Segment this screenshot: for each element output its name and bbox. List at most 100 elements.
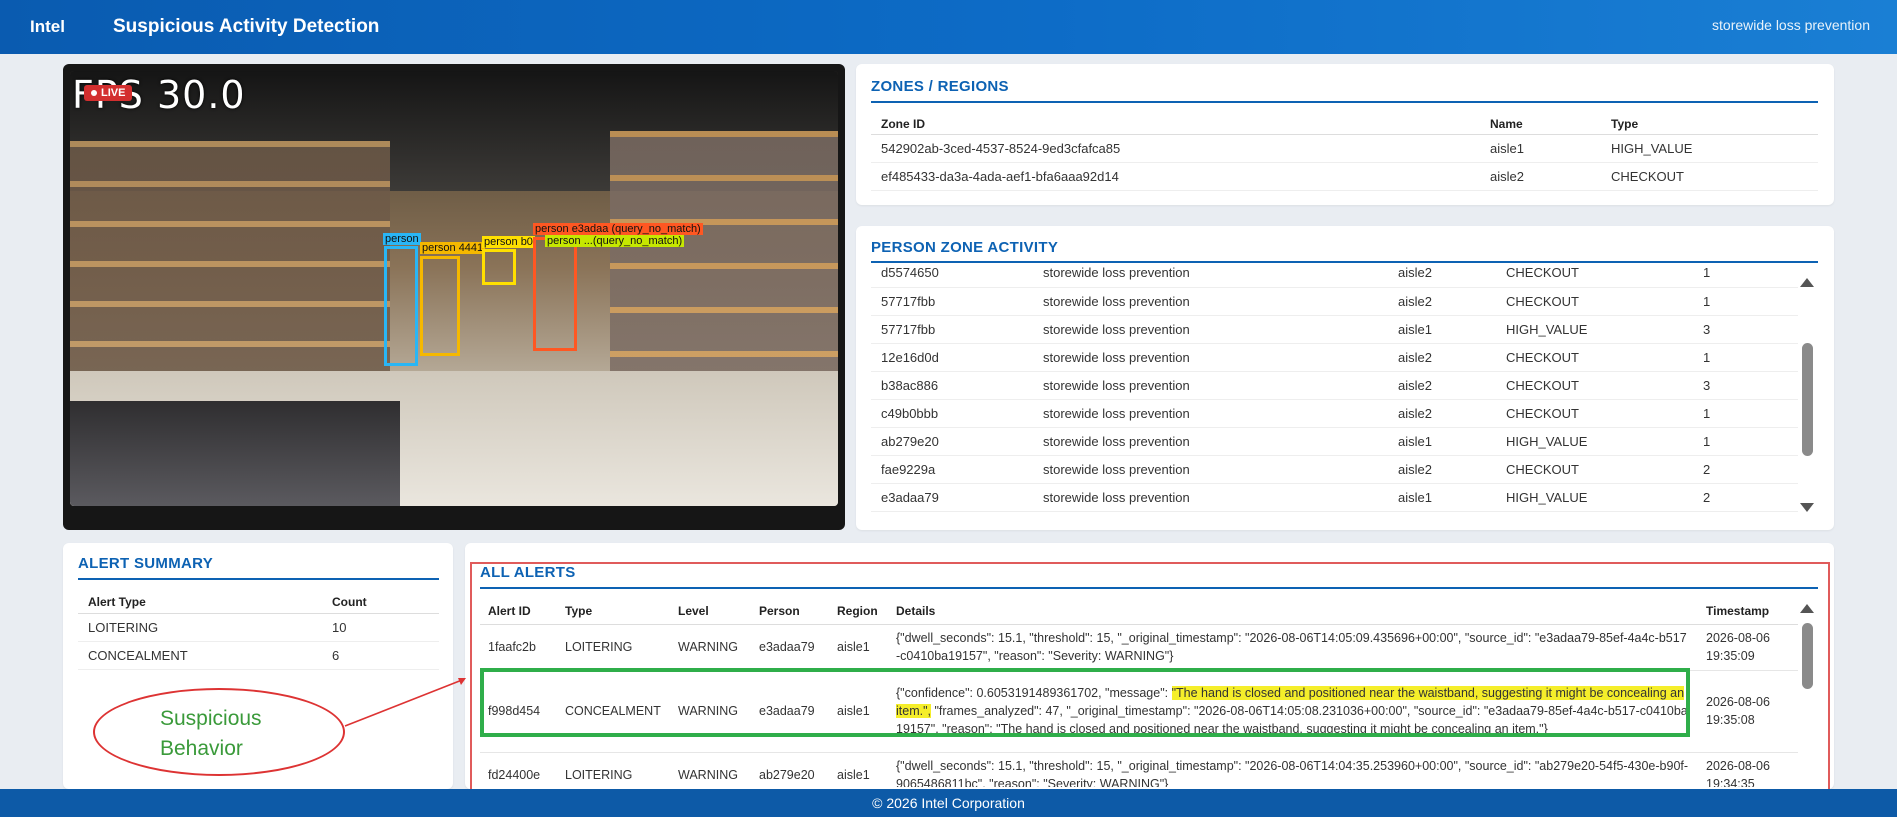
- column-header[interactable]: Level: [670, 598, 751, 625]
- person-id-cell: ab279e20: [871, 427, 1033, 456]
- alert-details-cell: {"dwell_seconds": 15.1, "threshold": 15,…: [888, 624, 1698, 671]
- column-header[interactable]: Timestamp: [1698, 598, 1798, 625]
- table-row: 542902ab-3ced-4537-8524-9ed3cfafca85 ais…: [871, 134, 1818, 163]
- table-row: 12e16d0d storewide loss prevention aisle2 C…: [871, 343, 1798, 372]
- scope-cell: storewide loss prevention: [1033, 483, 1388, 512]
- scope-cell: storewide loss prevention: [1033, 263, 1388, 288]
- zone-name-cell: aisle1: [1480, 134, 1601, 163]
- type-cell: HIGH_VALUE: [1496, 483, 1693, 512]
- scope-cell: storewide loss prevention: [1033, 399, 1388, 428]
- scroll-up-icon[interactable]: [1800, 278, 1814, 287]
- column-header[interactable]: Count: [322, 591, 439, 614]
- person-id-cell: d5574650: [871, 263, 1033, 288]
- column-header[interactable]: Type: [1601, 114, 1818, 135]
- table-row: ef485433-da3a-4ada-aef1-bfa6aaa92d14 ais…: [871, 162, 1818, 191]
- detection-box: [420, 256, 460, 356]
- scope-cell: storewide loss prevention: [1033, 343, 1388, 372]
- column-header[interactable]: Region: [829, 598, 888, 625]
- alert-timestamp-cell: 2026-08-06 19:35:09: [1698, 624, 1798, 671]
- type-cell: CHECKOUT: [1496, 455, 1693, 484]
- alert-region-cell: aisle1: [829, 624, 888, 671]
- zone-cell: aisle2: [1388, 371, 1496, 400]
- activity-scrollbar-thumb[interactable]: [1802, 343, 1813, 456]
- alert-level-cell: WARNING: [670, 624, 751, 671]
- table-row[interactable]: 1faafc2b LOITERING WARNING e3adaa79 aisl…: [480, 624, 1798, 671]
- column-header[interactable]: Zone ID: [871, 114, 1480, 135]
- live-badge: LIVE: [84, 85, 133, 101]
- count-cell: 1: [1693, 399, 1798, 428]
- activity-table: d5574650 storewide loss prevention aisle2 C…: [871, 263, 1798, 512]
- type-cell: CHECKOUT: [1496, 263, 1693, 288]
- alerts-scrollbar-thumb[interactable]: [1802, 623, 1813, 689]
- page-title: Suspicious Activity Detection: [113, 16, 380, 37]
- zone-type-cell: HIGH_VALUE: [1601, 134, 1818, 163]
- person-id-cell: fae9229a: [871, 455, 1033, 484]
- count-cell: 2: [1693, 455, 1798, 484]
- app-header: Intel Suspicious Activity Detection stor…: [0, 0, 1897, 54]
- table-row[interactable]: fd24400e LOITERING WARNING ab279e20 aisl…: [480, 752, 1798, 787]
- count-cell: 1: [1693, 343, 1798, 372]
- count-cell: 3: [1693, 315, 1798, 344]
- person-id-cell: 57717fbb: [871, 315, 1033, 344]
- header-subtitle: storewide loss prevention: [1712, 17, 1870, 33]
- table-row: LOITERING 10: [78, 613, 439, 642]
- alert-type-cell: LOITERING: [78, 613, 322, 642]
- table-row: 57717fbb storewide loss prevention aisle1 H…: [871, 315, 1798, 344]
- live-label: LIVE: [101, 87, 126, 99]
- alert-person-cell: e3adaa79: [751, 624, 829, 671]
- person-id-cell: 12e16d0d: [871, 343, 1033, 372]
- table-row: fae9229a storewide loss prevention aisle2 C…: [871, 455, 1798, 484]
- column-header[interactable]: Alert Type: [78, 591, 322, 614]
- scope-cell: storewide loss prevention: [1033, 315, 1388, 344]
- count-cell: 1: [1693, 287, 1798, 316]
- column-header[interactable]: Type: [557, 598, 670, 625]
- detection-label: person: [383, 233, 421, 245]
- scope-cell: storewide loss prevention: [1033, 455, 1388, 484]
- zone-type-cell: CHECKOUT: [1601, 162, 1818, 191]
- scroll-up-icon[interactable]: [1800, 604, 1814, 613]
- alert-type-cell: LOITERING: [557, 624, 670, 671]
- count-cell: 1: [1693, 427, 1798, 456]
- column-header[interactable]: Details: [888, 598, 1698, 625]
- activity-title: PERSON ZONE ACTIVITY: [871, 239, 1059, 256]
- zones-title: ZONES / REGIONS: [871, 78, 1009, 95]
- camera-feed: FPS 30.0 LIVE person person 4441 person …: [70, 71, 838, 506]
- scene-table: [70, 401, 400, 506]
- alert-summary-table: Alert Type Count LOITERING 10 CONCEALMEN…: [78, 591, 439, 670]
- zone-cell: aisle1: [1388, 315, 1496, 344]
- column-header[interactable]: Person: [751, 598, 829, 625]
- column-header[interactable]: Alert ID: [480, 598, 557, 625]
- alert-count-cell: 6: [322, 641, 439, 670]
- detection-label: person e3adaa (query_no_match): [533, 223, 703, 235]
- table-row: ab279e20 storewide loss prevention aisle1 H…: [871, 427, 1798, 456]
- zone-name-cell: aisle2: [1480, 162, 1601, 191]
- column-header[interactable]: Name: [1480, 114, 1601, 135]
- alert-timestamp-cell: 2026-08-06 19:35:08: [1698, 670, 1798, 753]
- detection-box: [533, 237, 577, 351]
- detection-label: person 4441: [420, 242, 486, 254]
- detection-label: person ...(query_no_match): [545, 235, 685, 247]
- scroll-down-icon[interactable]: [1800, 503, 1814, 512]
- type-cell: HIGH_VALUE: [1496, 427, 1693, 456]
- activity-scroll-area[interactable]: d5574650 storewide loss prevention aisle2 C…: [871, 263, 1798, 513]
- alert-type-cell: CONCEALMENT: [78, 641, 322, 670]
- brand-logo[interactable]: Intel: [30, 17, 113, 37]
- type-cell: CHECKOUT: [1496, 371, 1693, 400]
- divider: [78, 578, 439, 580]
- scope-cell: storewide loss prevention: [1033, 427, 1388, 456]
- scope-cell: storewide loss prevention: [1033, 287, 1388, 316]
- zone-id-cell: 542902ab-3ced-4537-8524-9ed3cfafca85: [871, 134, 1480, 163]
- scene-shelves-left: [70, 141, 390, 391]
- zone-cell: aisle2: [1388, 287, 1496, 316]
- alert-region-cell: aisle1: [829, 752, 888, 787]
- alert-timestamp-cell: 2026-08-06 19:34:35: [1698, 752, 1798, 787]
- type-cell: CHECKOUT: [1496, 399, 1693, 428]
- zone-cell: aisle1: [1388, 483, 1496, 512]
- count-cell: 3: [1693, 371, 1798, 400]
- alert-person-cell: ab279e20: [751, 752, 829, 787]
- table-row: 57717fbb storewide loss prevention aisle2 C…: [871, 287, 1798, 316]
- person-id-cell: 57717fbb: [871, 287, 1033, 316]
- alert-id-cell: 1faafc2b: [480, 624, 557, 671]
- type-cell: CHECKOUT: [1496, 343, 1693, 372]
- live-dot-icon: [91, 90, 97, 96]
